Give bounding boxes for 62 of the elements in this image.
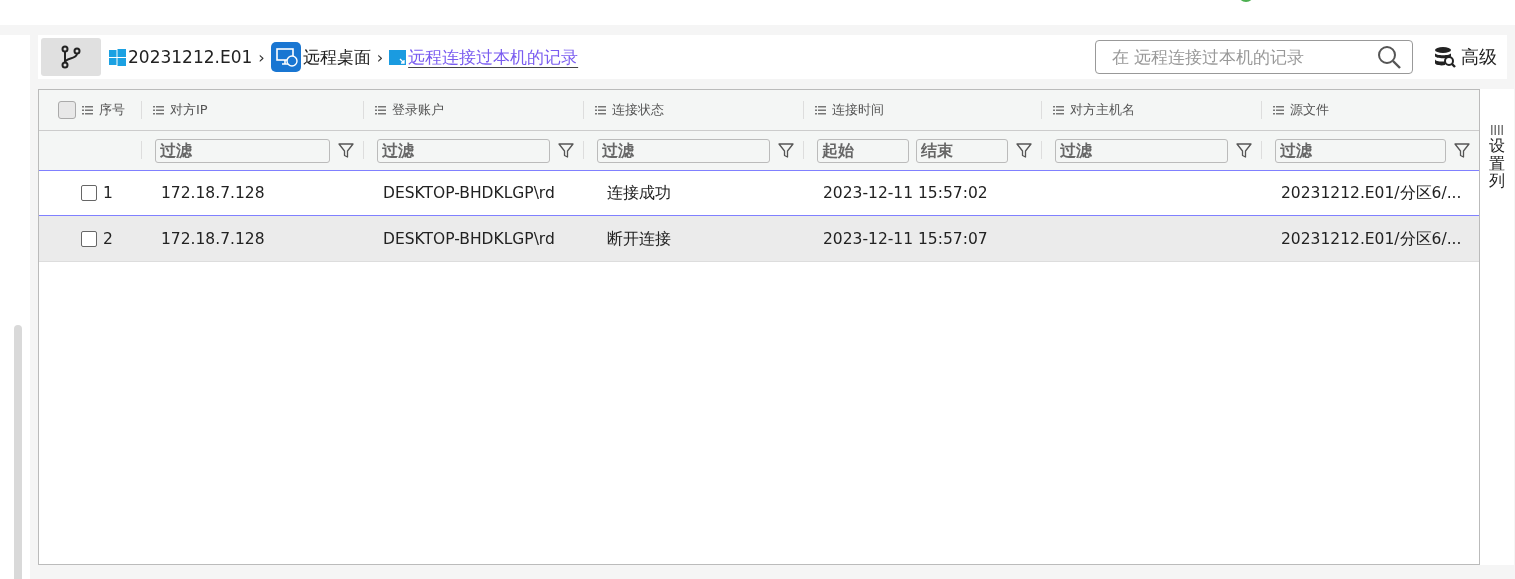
table-cell: DESKTOP-BHDKLGP\rd [383, 184, 555, 202]
list-icon [375, 105, 386, 115]
remote-desktop-icon [270, 42, 301, 72]
list-icon [153, 105, 164, 115]
filter-icon[interactable] [1235, 141, 1253, 160]
list-icon [1273, 105, 1284, 115]
start-field[interactable]: 起始 [817, 138, 909, 163]
breadcrumb-item[interactable]: 20231212.E01 [128, 47, 253, 67]
column-header[interactable]: 序号 [99, 101, 125, 119]
breadcrumb-separator: › [258, 47, 265, 67]
column-header[interactable]: 连接时间 [832, 101, 884, 119]
list-icon [82, 105, 93, 115]
column-header[interactable]: 对方IP [170, 101, 208, 119]
table-cell: 20231212.E01/分区6/... [1281, 182, 1462, 204]
row-checkbox[interactable] [81, 231, 97, 247]
breadcrumb-item[interactable]: 远程桌面 [302, 45, 371, 69]
window-icon [389, 48, 407, 66]
table-cell: 连接成功 [607, 182, 671, 204]
columns-icon [1491, 125, 1503, 135]
table-cell: 2023-12-11 15:57:07 [823, 230, 988, 248]
advanced-button[interactable]: 高级 [1433, 45, 1497, 69]
scrollbar[interactable] [14, 325, 22, 579]
filter-icon[interactable] [337, 141, 355, 160]
filter-icon[interactable] [777, 141, 795, 160]
breadcrumb-separator: › [376, 47, 384, 67]
end-field[interactable]: 结束 [916, 138, 1008, 163]
breadcrumb-link[interactable]: 远程连接过本机的记录 [408, 45, 579, 69]
filter-field[interactable]: 过滤 [1275, 138, 1446, 163]
table-row[interactable]: 1 172.18.7.128 DESKTOP-BHDKLGP\rd 连接成功 2023-12-11 15:57:02 20231212.E01/分区6/... [39, 170, 1479, 216]
table-cell: 172.18.7.128 [161, 230, 265, 248]
filter-icon[interactable] [1015, 141, 1033, 160]
list-icon [1053, 105, 1064, 115]
column-header[interactable]: 源文件 [1290, 101, 1329, 119]
table-cell: DESKTOP-BHDKLGP\rd [383, 230, 555, 248]
list-icon [815, 105, 826, 115]
filter-field[interactable]: 过滤 [1055, 138, 1228, 163]
search-field[interactable]: 在 远程连接过本机的记录 [1110, 46, 1376, 68]
search-icon [1376, 44, 1402, 70]
filter-field[interactable]: 过滤 [155, 138, 330, 163]
table-cell: 2 [103, 230, 113, 248]
filter-icon[interactable] [557, 141, 575, 160]
search-box[interactable]: 在 远程连接过本机的记录 [1095, 40, 1413, 74]
list-icon [595, 105, 606, 115]
table-cell: 172.18.7.128 [161, 184, 265, 202]
filter-icon[interactable] [1453, 141, 1471, 160]
column-header[interactable]: 登录账户 [392, 101, 444, 119]
branch-button[interactable] [41, 38, 101, 76]
database-search-icon [1433, 45, 1457, 69]
filter-field[interactable]: 过滤 [597, 138, 770, 163]
table-cell: 20231212.E01/分区6/... [1281, 228, 1462, 250]
branch-icon [60, 45, 82, 69]
column-settings-button[interactable]: 设置列 [1489, 137, 1505, 190]
column-header[interactable]: 对方主机名 [1070, 101, 1135, 119]
column-header[interactable]: 连接状态 [612, 101, 664, 119]
windows-icon [109, 48, 126, 66]
table-cell: 2023-12-11 15:57:02 [823, 184, 988, 202]
table-row[interactable]: 2 172.18.7.128 DESKTOP-BHDKLGP\rd 断开连接 2023-12-11 15:57:07 20231212.E01/分区6/... [39, 216, 1479, 262]
row-checkbox[interactable] [81, 185, 97, 201]
select-all-checkbox[interactable] [58, 101, 76, 119]
table-cell: 断开连接 [607, 228, 671, 250]
filter-field[interactable]: 过滤 [377, 138, 550, 163]
table-cell: 1 [103, 184, 113, 202]
